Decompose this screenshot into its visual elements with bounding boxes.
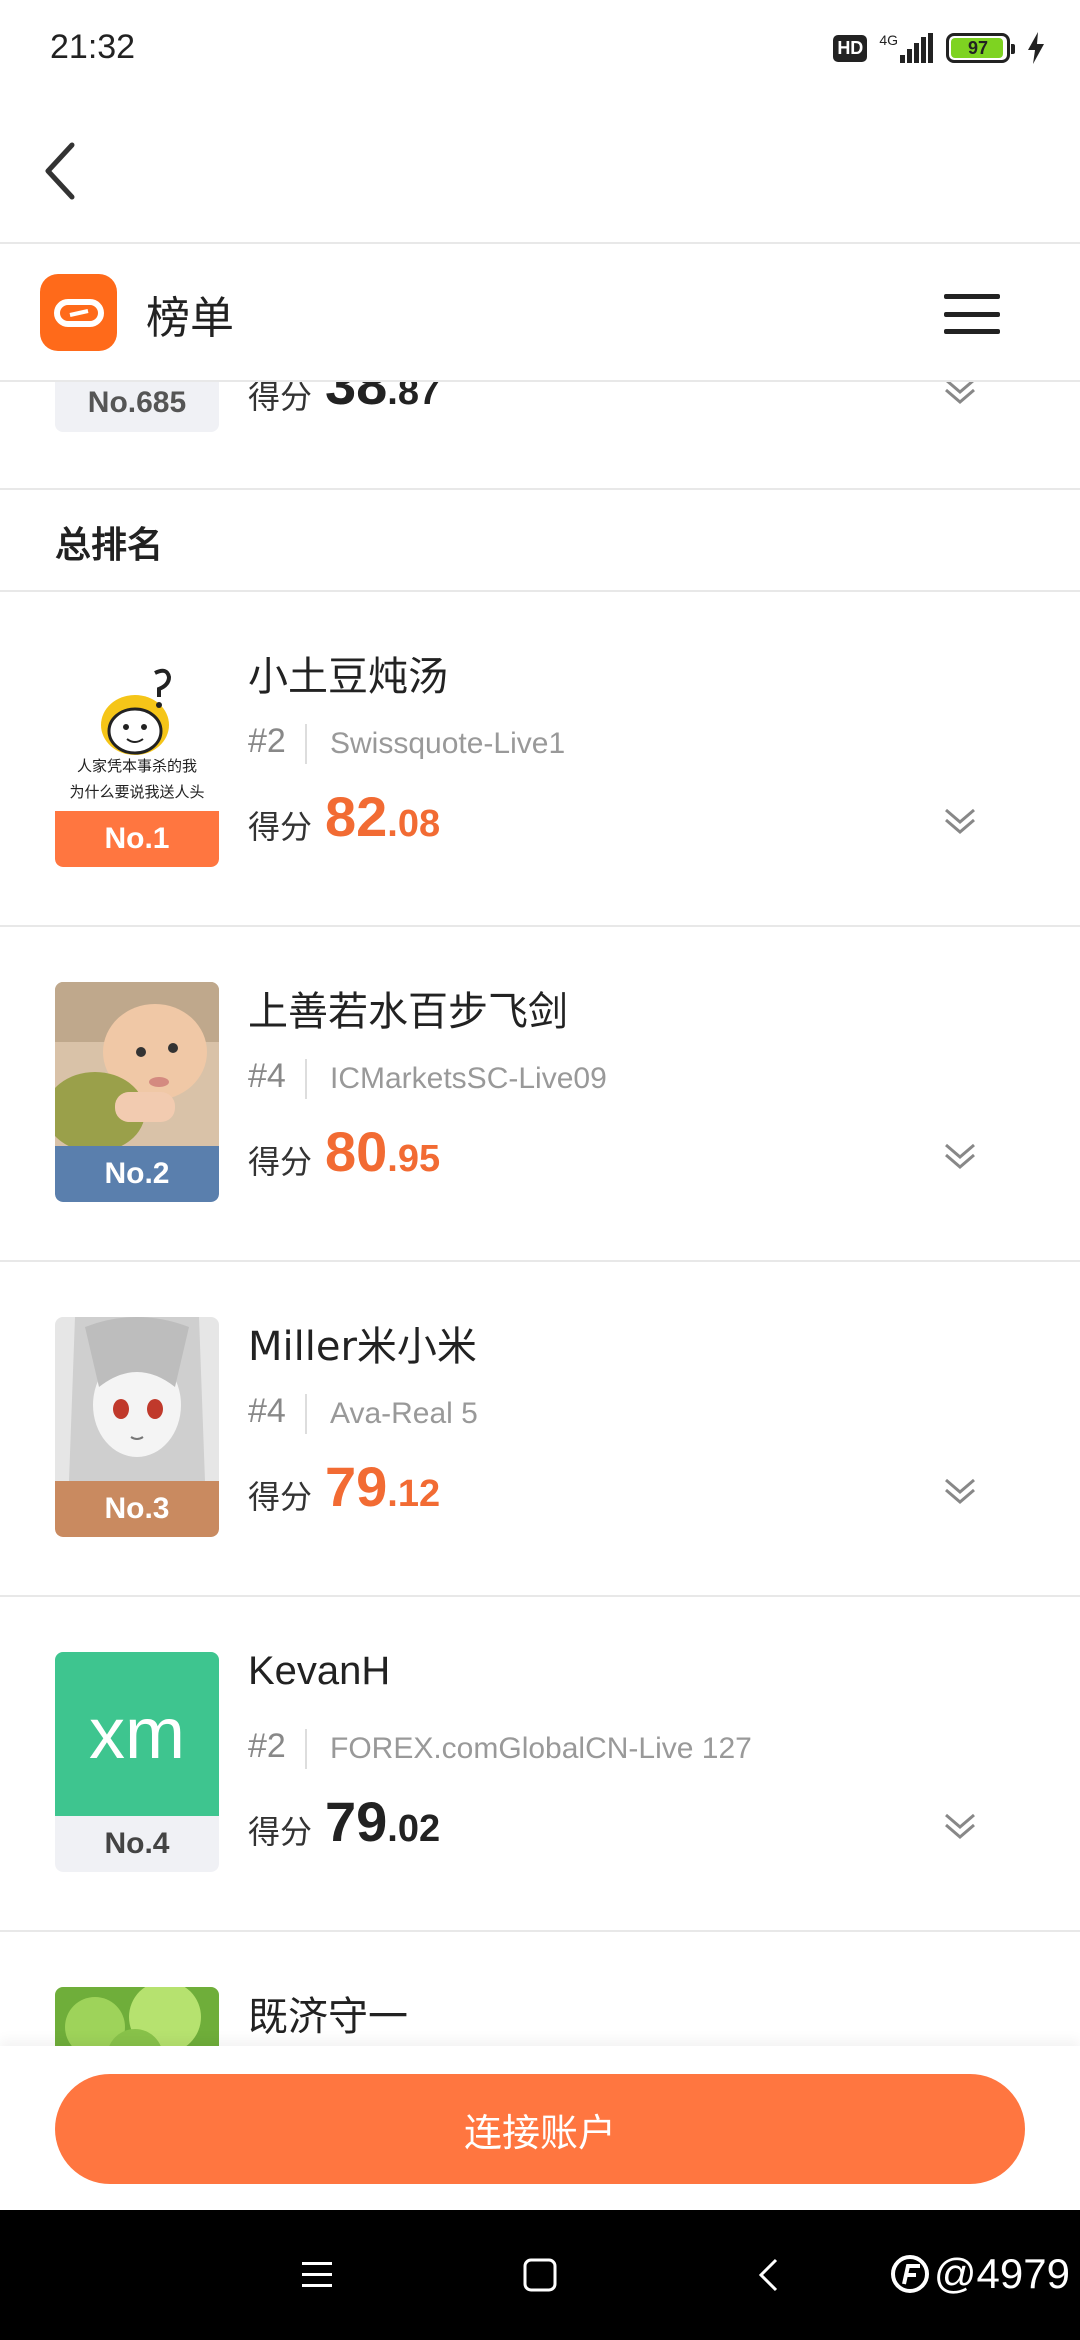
score-label: 得分 (248, 808, 313, 846)
hamburger-menu-icon (944, 294, 1000, 299)
page-title: 榜单 (146, 293, 234, 344)
user-name: KevanH (248, 1649, 391, 1693)
user-name: 既济守一 (248, 1994, 408, 2040)
score-value: 80 .95 (325, 1119, 440, 1184)
signal-icon: 4G (879, 33, 934, 63)
score-integer: 79 (325, 1790, 388, 1853)
battery-level: 97 (967, 37, 989, 58)
server-name: FOREX.comGlobalCN-Live 127 (330, 1732, 752, 1765)
menu-line (944, 311, 1000, 317)
user-name: Miller米小米 (248, 1324, 477, 1370)
chevron-double-down-icon[interactable] (940, 382, 980, 410)
server-name: ICMarketsSC-Live09 (330, 1062, 607, 1095)
server-name: Swissquote-Live1 (330, 727, 566, 760)
rank-number: #2 (248, 1727, 286, 1765)
status-bar: 21:32 HD 4G 97 (0, 0, 1080, 96)
avatar-meme-icon: 人家凭本事杀的我 为什么要说我送人头 (55, 647, 219, 811)
avatar: No.2 (55, 982, 219, 1202)
separator (305, 1394, 307, 1434)
chevron-double-down-icon[interactable] (940, 1470, 980, 1510)
user-name: 上善若水百步飞剑 (248, 989, 568, 1035)
score-value: 79 .02 (325, 1789, 440, 1854)
top-nav (0, 96, 1080, 244)
battery-icon: 97 (946, 33, 1015, 63)
avatar: 人家凭本事杀的我 为什么要说我送人头 No.1 (55, 647, 219, 867)
charging-icon (1028, 32, 1044, 64)
user-name: 小土豆炖汤 (248, 654, 448, 700)
back-button[interactable] (30, 136, 90, 206)
score-decimal: .08 (387, 803, 441, 845)
ranking-item[interactable]: No.3 Miller米小米 #4 Ava-Real 5 得分 79 .12 (0, 1262, 1080, 1597)
separator (305, 1059, 307, 1099)
app-logo-icon (40, 274, 117, 351)
square-icon (523, 2258, 557, 2292)
watermark-text: @4979 (933, 2250, 1070, 2297)
brand-logo-icon (890, 2255, 929, 2293)
status-icons: HD 4G 97 (833, 28, 1046, 68)
score-value: 38 .87 (325, 382, 440, 417)
rank-number: #4 (248, 1057, 286, 1095)
avatar-baby-photo-icon (55, 982, 219, 1146)
connect-account-button[interactable]: 连接账户 (55, 2074, 1025, 2184)
avatar-text: xm (89, 1694, 185, 1774)
bottom-action-bar: 连接账户 (0, 2046, 1080, 2210)
chevron-left-icon (45, 142, 75, 200)
menu-lines-icon (302, 2262, 332, 2287)
avatar-anime-girl-icon (55, 1317, 219, 1481)
rank-badge: No.3 (55, 1481, 219, 1537)
status-time: 21:32 (50, 28, 136, 66)
menu-line (944, 329, 1000, 334)
avatar: No.3 (55, 1317, 219, 1537)
rank-badge: No.1 (55, 811, 219, 867)
my-rank-row[interactable]: No.685 得分 38 .87 (0, 382, 1080, 490)
avatar: xm No.4 (55, 1652, 219, 1872)
android-nav-bar: @4979 (0, 2210, 1080, 2340)
watermark: @4979 (890, 2250, 1070, 2298)
score-label: 得分 (248, 1813, 313, 1851)
chevron-double-down-icon[interactable] (940, 800, 980, 840)
score-integer: 80 (325, 1120, 388, 1183)
rank-badge: No.685 (55, 382, 219, 432)
avatar-initials: xm (55, 1652, 219, 1816)
section-title: 总排名 (55, 525, 164, 566)
server-name: Ava-Real 5 (330, 1397, 478, 1430)
rank-badge: No.2 (55, 1146, 219, 1202)
app-header: 榜单 (0, 244, 1080, 382)
rank-badge: No.4 (55, 1816, 219, 1872)
rank-number: #4 (248, 1392, 286, 1430)
score-integer: 82 (325, 785, 388, 848)
ranking-item[interactable]: 人家凭本事杀的我 为什么要说我送人头 No.1 小土豆炖汤 #2 Swissqu… (0, 592, 1080, 927)
avatar-caption-1: 人家凭本事杀的我 (77, 757, 197, 775)
score-decimal: .12 (387, 1473, 441, 1515)
chevron-double-down-icon[interactable] (940, 1805, 980, 1845)
rank-number: #2 (248, 722, 286, 760)
score-value: 82 .08 (325, 784, 440, 849)
score-label: 得分 (248, 382, 313, 416)
ranking-item[interactable]: No.2 上善若水百步飞剑 #4 ICMarketsSC-Live09 得分 8… (0, 927, 1080, 1262)
network-type-label: 4G (879, 32, 898, 48)
score-integer: 38 (325, 382, 388, 416)
separator (305, 1729, 307, 1769)
score-label: 得分 (248, 1143, 313, 1181)
chevron-left-icon (758, 2258, 778, 2292)
ranking-item[interactable]: xm No.4 KevanH #2 FOREX.comGlobalCN-Live… (0, 1597, 1080, 1932)
hd-icon: HD (833, 34, 868, 62)
recent-apps-button[interactable] (292, 2250, 342, 2300)
ranking-list[interactable]: No.685 得分 38 .87 总排名 人家凭本事杀的我 为什么要说我送人头 … (0, 382, 1080, 2046)
score-value: 79 .12 (325, 1454, 440, 1519)
avatar (55, 1987, 219, 2046)
score-decimal: .02 (387, 1808, 441, 1850)
avatar-tree-photo-icon (55, 1987, 219, 2046)
menu-button[interactable] (944, 294, 1000, 334)
score-integer: 79 (325, 1455, 388, 1518)
back-nav-button[interactable] (743, 2250, 793, 2300)
ranking-item[interactable]: 既济守一 (0, 1932, 1080, 2046)
chevron-double-down-icon[interactable] (940, 1135, 980, 1175)
home-button[interactable] (515, 2250, 565, 2300)
score-decimal: .87 (387, 382, 441, 413)
avatar-caption-2: 为什么要说我送人头 (69, 783, 204, 801)
separator (305, 724, 307, 764)
score-label: 得分 (248, 1478, 313, 1516)
score-decimal: .95 (387, 1138, 441, 1180)
